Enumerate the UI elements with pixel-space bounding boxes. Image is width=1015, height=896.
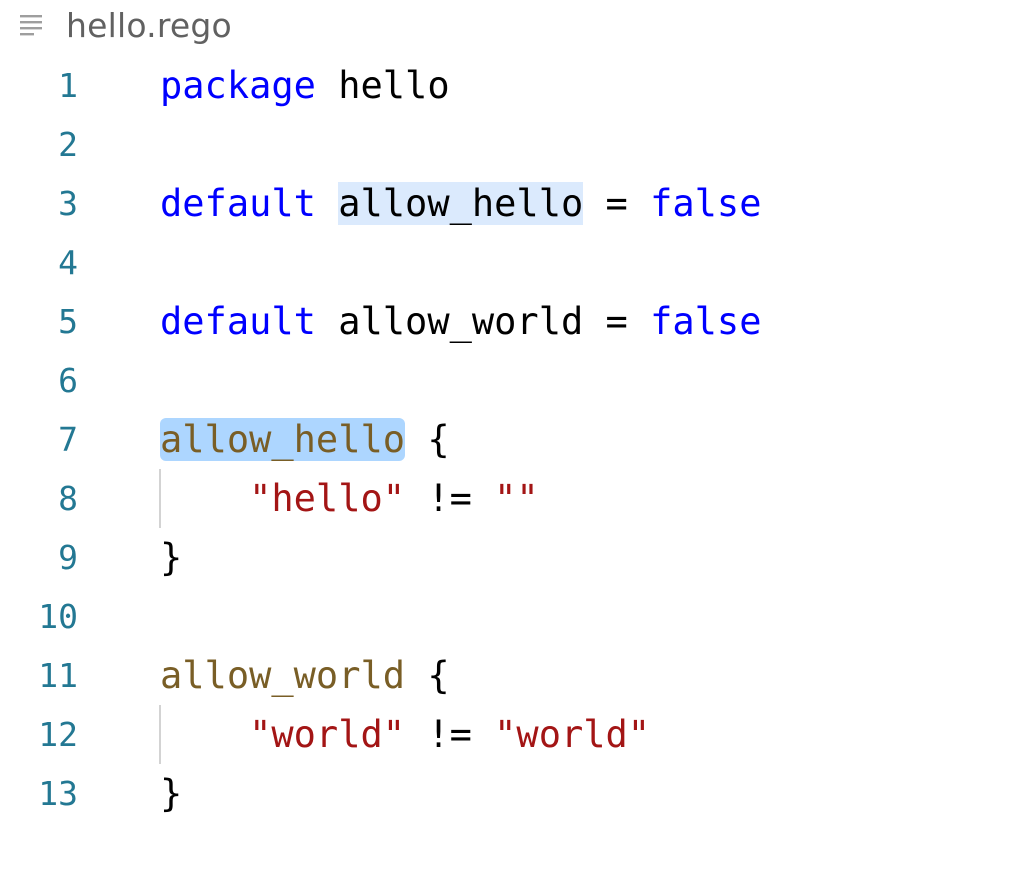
line-number: 8: [58, 479, 78, 518]
line-number: 7: [58, 420, 78, 459]
code-line[interactable]: 7 allow_hello {: [0, 410, 1015, 469]
code-token: "world": [494, 713, 651, 756]
highlighted-token: allow_hello: [338, 182, 584, 225]
code-content[interactable]: allow_hello {: [160, 410, 450, 469]
file-name[interactable]: hello.rego: [66, 6, 232, 45]
code-content[interactable]: package hello: [160, 56, 450, 115]
code-token: hello: [338, 64, 450, 107]
code-line[interactable]: 2: [0, 115, 1015, 174]
code-token: }: [160, 772, 183, 815]
code-line[interactable]: 3 default allow_hello = false: [0, 174, 1015, 233]
code-token: "hello": [249, 477, 406, 520]
code-content[interactable]: "hello" != "": [160, 469, 539, 528]
code-line[interactable]: 10: [0, 587, 1015, 646]
code-line[interactable]: 4: [0, 233, 1015, 292]
code-token: default: [160, 300, 316, 343]
code-content[interactable]: default allow_hello = false: [160, 174, 761, 233]
line-number: 4: [58, 243, 78, 282]
code-line[interactable]: 9}: [0, 528, 1015, 587]
line-number: 13: [38, 774, 78, 813]
line-number: 12: [38, 715, 78, 754]
code-token: "": [494, 477, 539, 520]
code-token: !=: [405, 713, 495, 756]
lines-icon: [18, 10, 48, 40]
code-content[interactable]: allow_world {: [160, 646, 450, 705]
code-editor[interactable]: 1 package hello 2 3 default allow_hello = fa…: [0, 56, 1015, 823]
line-number: 3: [58, 184, 78, 223]
code-token: {: [405, 654, 450, 697]
code-line[interactable]: 8 "hello" != "": [0, 469, 1015, 528]
highlighted-token: allow_hello: [160, 418, 406, 461]
line-number: 1: [58, 66, 78, 105]
code-line[interactable]: 13}: [0, 764, 1015, 823]
code-content[interactable]: "world" != "world": [160, 705, 650, 764]
code-token: "world": [249, 713, 406, 756]
line-number: 5: [58, 302, 78, 341]
line-number: 2: [58, 125, 78, 164]
code-token: allow_world: [338, 300, 584, 343]
code-token: default: [160, 182, 316, 225]
code-line[interactable]: 12 "world" != "world": [0, 705, 1015, 764]
code-line[interactable]: 6: [0, 351, 1015, 410]
code-content[interactable]: }: [160, 528, 182, 587]
code-token: !=: [405, 477, 495, 520]
code-token: =: [583, 300, 651, 343]
code-line[interactable]: 5 default allow_world = false: [0, 292, 1015, 351]
line-number: 9: [58, 538, 78, 577]
code-token: =: [583, 182, 651, 225]
line-number: 10: [38, 597, 78, 636]
code-token: {: [405, 418, 450, 461]
code-token: false: [650, 300, 762, 343]
code-token: allow_world: [160, 654, 406, 697]
code-token: package: [160, 64, 316, 107]
code-content[interactable]: default allow_world = false: [160, 292, 761, 351]
code-token: false: [650, 182, 762, 225]
code-token: }: [160, 536, 183, 579]
breadcrumb[interactable]: hello.rego: [18, 0, 232, 50]
code-line[interactable]: 11 allow_world {: [0, 646, 1015, 705]
line-number: 11: [38, 656, 78, 695]
code-line[interactable]: 1 package hello: [0, 56, 1015, 115]
line-number: 6: [58, 361, 78, 400]
code-content[interactable]: }: [160, 764, 182, 823]
